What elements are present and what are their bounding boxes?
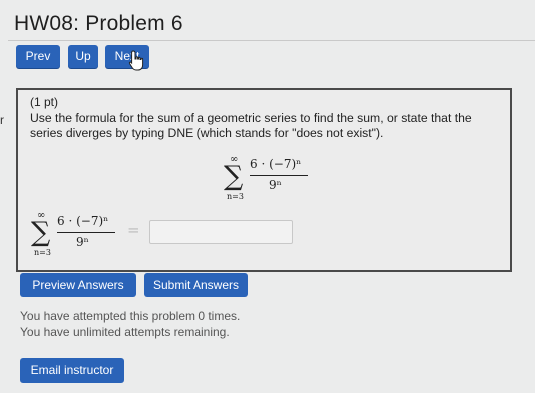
display-formula: ∞ ∑ n=3 6 · (−7)ⁿ 9ⁿ — [223, 154, 323, 204]
sum-lower-limit: n=3 — [227, 192, 244, 201]
fraction-bar — [57, 232, 115, 233]
problem-points: (1 pt) — [30, 95, 59, 109]
hand-pointer-icon — [128, 50, 144, 71]
problem-instructions: Use the formula for the sum of a geometr… — [30, 111, 472, 140]
fraction-numerator: 6 · (−7)ⁿ — [57, 214, 109, 228]
fraction-denominator: 9ⁿ — [76, 235, 89, 249]
fraction-bar — [250, 175, 308, 176]
preview-answers-button[interactable]: Preview Answers — [20, 273, 136, 297]
equals-sign: = — [127, 221, 140, 239]
answer-input[interactable] — [149, 220, 293, 244]
up-button[interactable]: Up — [68, 45, 98, 68]
title-divider — [8, 40, 535, 41]
fraction-denominator: 9ⁿ — [269, 178, 282, 192]
sigma-symbol: ∑ — [224, 161, 244, 192]
problem-box: (1 pt) Use the formula for the sum of a … — [16, 88, 512, 272]
edge-fragment: r — [0, 113, 4, 127]
sigma-symbol: ∑ — [31, 217, 51, 248]
email-instructor-button[interactable]: Email instructor — [20, 358, 124, 383]
inline-formula: ∞ ∑ n=3 6 · (−7)ⁿ 9ⁿ = — [30, 210, 145, 260]
submit-answers-button[interactable]: Submit Answers — [144, 273, 248, 297]
prev-button[interactable]: Prev — [16, 45, 60, 68]
sum-lower-limit: n=3 — [34, 248, 51, 257]
attempts-status: You have attempted this problem 0 times. — [20, 309, 241, 323]
page-title: HW08: Problem 6 — [14, 12, 183, 35]
attempts-remaining: You have unlimited attempts remaining. — [20, 325, 230, 339]
fraction-numerator: 6 · (−7)ⁿ — [250, 157, 302, 171]
